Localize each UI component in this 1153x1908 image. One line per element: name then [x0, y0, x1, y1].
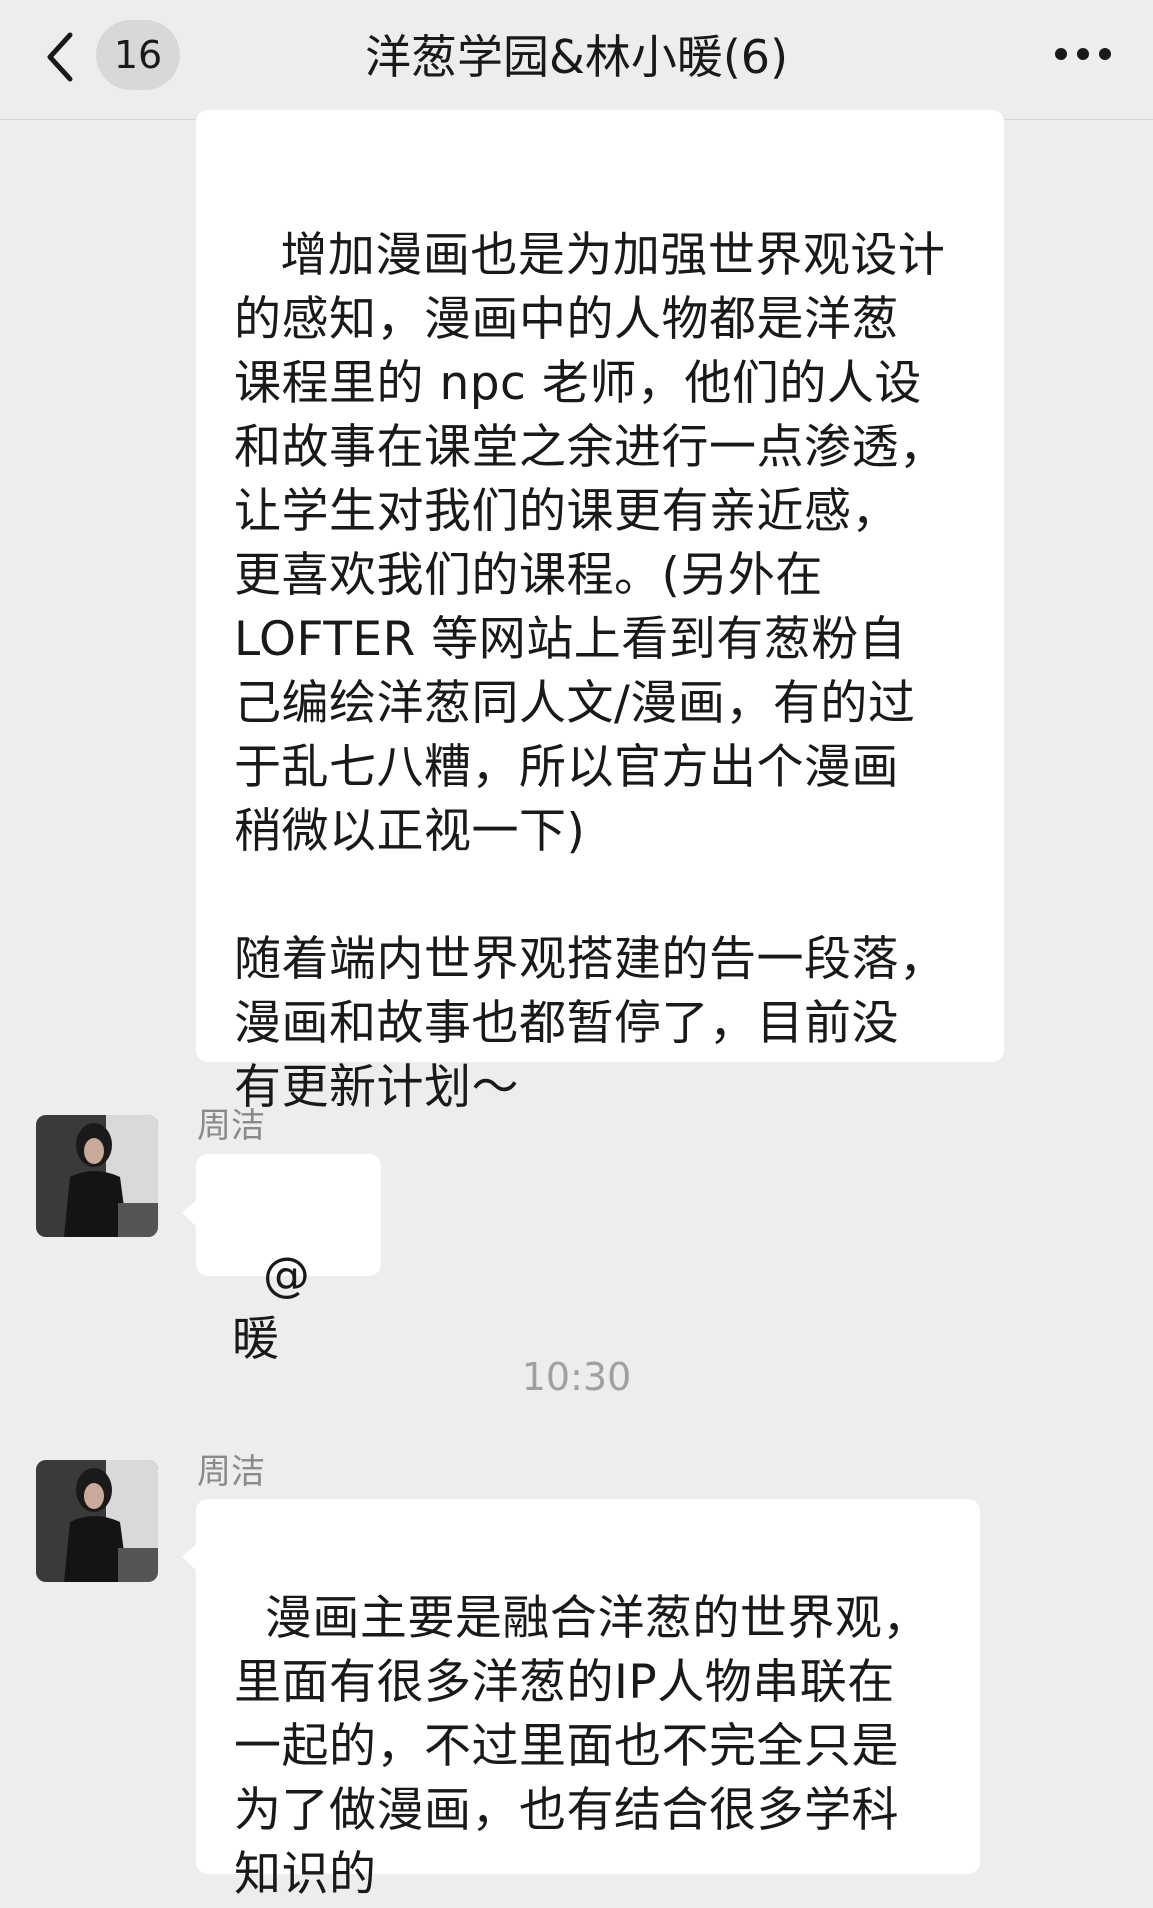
message-text: 漫画主要是融合洋葱的世界观， 里面有很多洋葱的IP人物串联在 一起的，不过里面也…	[234, 1591, 930, 1902]
message-text: 增加漫画也是为加强世界观设计 的感知，漫画中的人物都是洋葱 课程里的 npc 老…	[234, 228, 947, 1115]
sender-name: 周洁	[197, 1106, 265, 1146]
avatar[interactable]	[36, 1115, 158, 1237]
sender-name: 周洁	[197, 1452, 265, 1492]
avatar[interactable]	[36, 1460, 158, 1582]
message-bubble[interactable]: 增加漫画也是为加强世界观设计 的感知，漫画中的人物都是洋葱 课程里的 npc 老…	[196, 110, 1004, 1115]
bubble-tail	[182, 1544, 196, 1570]
message-text: @暖	[232, 1248, 311, 1367]
ellipsis-icon	[1053, 46, 1113, 65]
message-bubble[interactable]: 漫画主要是融合洋葱的世界观， 里面有很多洋葱的IP人物串联在 一起的，不过里面也…	[196, 1499, 980, 1902]
message-bubble[interactable]: @暖	[196, 1154, 381, 1367]
chat-header: 16 洋葱学园&林小暖(6)	[0, 0, 1153, 120]
bubble-tail	[182, 1200, 196, 1226]
message-timestamp: 10:30	[521, 1355, 632, 1399]
more-options-button[interactable]	[1043, 30, 1123, 80]
unread-count-badge[interactable]: 16	[96, 20, 180, 90]
chevron-left-icon	[40, 27, 80, 87]
chat-title[interactable]: 洋葱学园&林小暖(6)	[180, 22, 973, 92]
